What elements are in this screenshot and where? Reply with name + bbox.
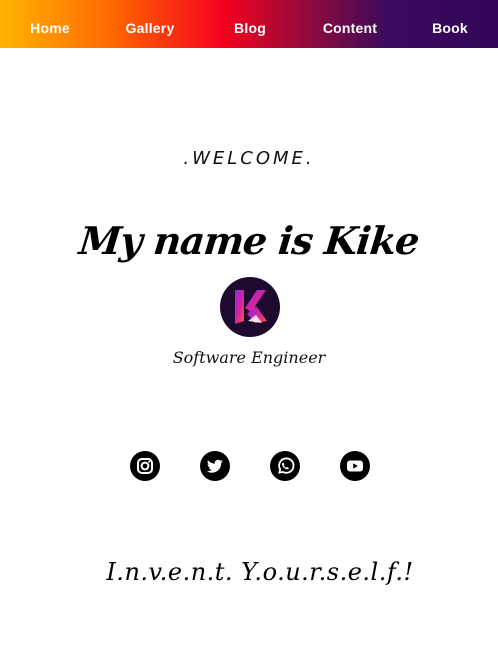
- instagram-icon[interactable]: [130, 451, 160, 481]
- nav-link-home[interactable]: Home: [30, 0, 70, 48]
- page: Home Gallery Blog Content Book .WELCOME.…: [0, 0, 498, 648]
- nav-link-gallery[interactable]: Gallery: [126, 0, 175, 48]
- nav-link-book[interactable]: Book: [432, 0, 468, 48]
- nav-link-blog[interactable]: Blog: [234, 0, 266, 48]
- k-monogram-logo: [220, 277, 280, 337]
- welcome-text: .WELCOME.: [183, 148, 315, 169]
- hero-subtitle: Software Engineer: [172, 348, 326, 367]
- top-navbar: Home Gallery Blog Content Book: [0, 0, 498, 48]
- hero-title: My name is Kike: [76, 218, 421, 263]
- nav-link-content[interactable]: Content: [323, 0, 377, 48]
- motto-text: I.n.v.e.n.t. Y.o.u.r.s.e.l.f.!: [106, 558, 414, 586]
- youtube-icon[interactable]: [340, 451, 370, 481]
- twitter-icon[interactable]: [200, 451, 230, 481]
- whatsapp-icon[interactable]: [270, 451, 300, 481]
